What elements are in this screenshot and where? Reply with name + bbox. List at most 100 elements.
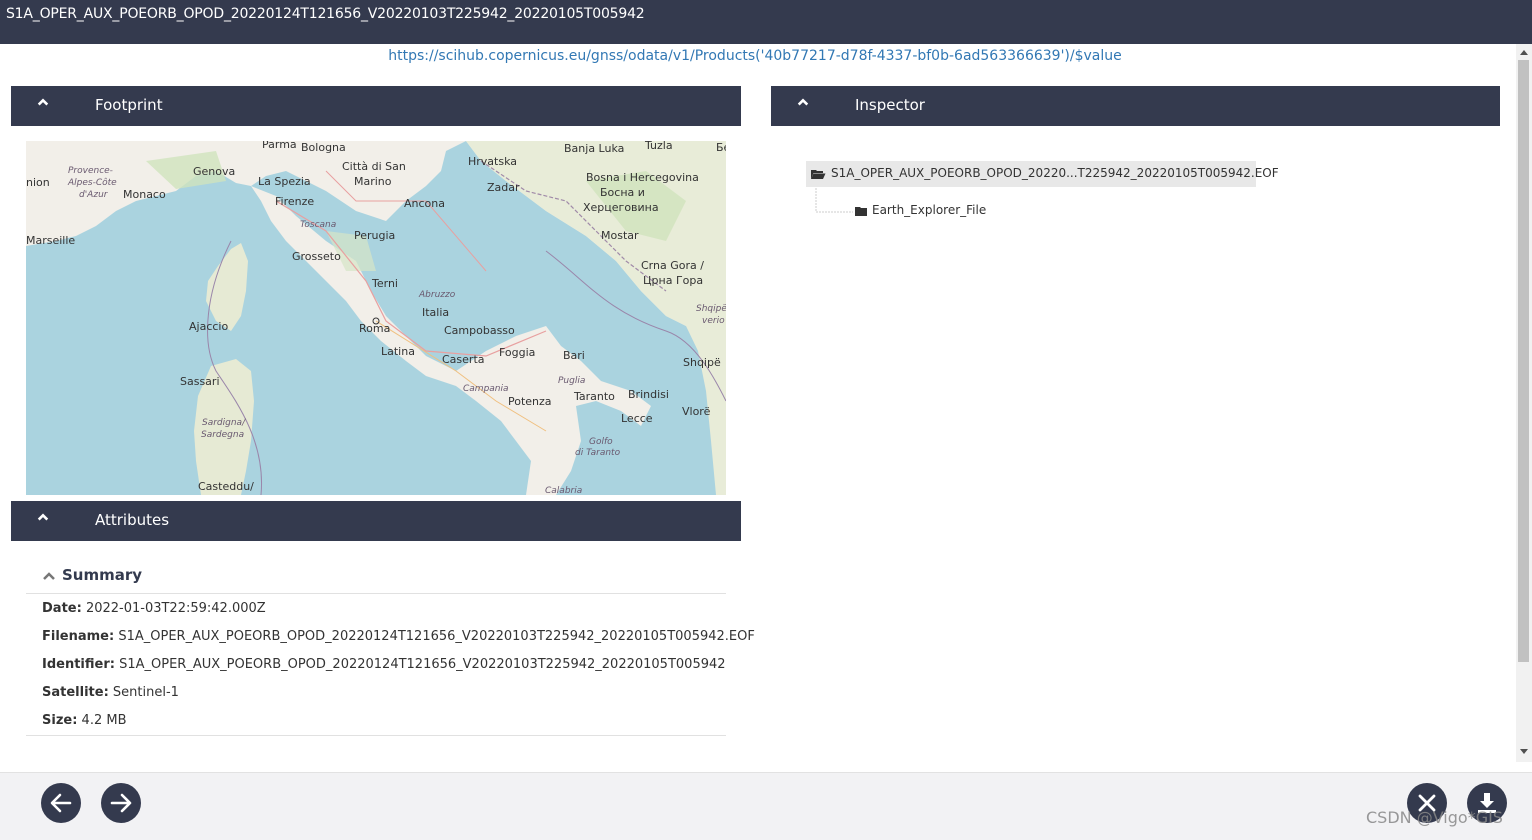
footprint-panel-header[interactable]: Footprint (11, 86, 741, 126)
map-place-label: Campobasso (444, 324, 515, 337)
map-place-label: Foggia (499, 346, 535, 359)
map-place-label: di Taranto (575, 448, 621, 458)
map-place-label: Hrvatska (468, 155, 517, 168)
attributes-title: Attributes (95, 511, 170, 529)
map-place-label: Bosna i Hercegovina (586, 171, 699, 184)
arrow-right-icon (110, 793, 132, 813)
attr-size-value: 4.2 MB (81, 713, 127, 728)
attr-satellite: Satellite: Sentinel-1 (42, 685, 179, 700)
map-place-label: Zadar (487, 181, 520, 194)
summary-section-title[interactable]: Summary (62, 566, 142, 584)
attr-filename-label: Filename: (42, 629, 115, 644)
arrow-left-icon (50, 793, 72, 813)
map-place-label: Grosseto (292, 250, 341, 263)
map-place-label: Campania (463, 384, 509, 394)
map-place-label: Lecce (621, 412, 653, 425)
map-place-label: d'Azur (79, 190, 109, 200)
summary-chevron-up-icon[interactable] (42, 570, 56, 582)
summary-bottom-divider (26, 735, 726, 736)
watermark: CSDN @Vigo*GIS (1366, 808, 1503, 827)
map-place-label: Parma (262, 141, 297, 151)
map-place-label: Sardigna/ (202, 418, 246, 428)
map-place-label: Vlorë (682, 405, 711, 418)
scrollbar-thumb[interactable] (1518, 60, 1529, 662)
map-place-label: Genova (193, 165, 235, 178)
attr-identifier: Identifier: S1A_OPER_AUX_POEORB_OPOD_202… (42, 657, 726, 672)
map-place-label: Monaco (123, 188, 166, 201)
title-bar: S1A_OPER_AUX_POEORB_OPOD_20220124T121656… (0, 0, 1532, 44)
map-place-label: Херцеговина (583, 201, 659, 214)
attr-date-value: 2022-01-03T22:59:42.000Z (85, 601, 266, 616)
scroll-down-arrow-icon[interactable] (1520, 749, 1528, 755)
footer-bar (0, 772, 1532, 840)
chevron-up-icon (37, 513, 49, 521)
map-place-label: Mostar (601, 229, 639, 242)
tree-child-earth-explorer-file[interactable]: Earth_Explorer_File (872, 203, 986, 217)
map-place-label: Provence- (68, 166, 113, 176)
tree-root-label: S1A_OPER_AUX_POEORB_OPOD_20220...T225942… (831, 166, 1279, 180)
attr-identifier-label: Identifier: (42, 657, 115, 672)
map-place-label: Puglia (558, 376, 585, 386)
map-place-label: Roma (359, 322, 390, 335)
map-place-label: Abruzzo (418, 290, 456, 300)
map-place-label: Marino (354, 175, 392, 188)
next-button[interactable] (101, 783, 141, 823)
map-place-label: Bari (563, 349, 585, 362)
map-place-label: Toscana (300, 220, 336, 230)
inspector-tree-root[interactable]: S1A_OPER_AUX_POEORB_OPOD_20220...T225942… (806, 161, 1279, 187)
attr-satellite-label: Satellite: (42, 685, 109, 700)
map-place-label: verio (702, 316, 725, 326)
map-place-label: Ancona (404, 197, 445, 210)
map-place-label: nion (26, 176, 50, 189)
map-place-label: Firenze (275, 195, 314, 208)
inspector-panel-header[interactable]: Inspector (771, 86, 1500, 126)
attr-satellite-value: Sentinel-1 (112, 685, 179, 700)
map-place-label: Brindisi (628, 388, 669, 401)
map-place-label: Shqipë (696, 304, 726, 314)
map-place-label: Calabria (545, 486, 582, 495)
scroll-up-arrow-icon[interactable] (1520, 49, 1528, 55)
download-url-link[interactable]: https://scihub.copernicus.eu/gnss/odata/… (0, 48, 1510, 64)
tree-connector (815, 188, 853, 213)
chevron-up-icon (37, 98, 49, 106)
map-place-label: Sassari (180, 375, 220, 388)
previous-button[interactable] (41, 783, 81, 823)
map-place-label: Caserta (442, 353, 485, 366)
map-place-label: Bologna (301, 141, 346, 154)
map-place-label: Shqipë (683, 356, 721, 369)
window-title: S1A_OPER_AUX_POEORB_OPOD_20220124T121656… (6, 6, 645, 22)
attr-date: Date: 2022-01-03T22:59:42.000Z (42, 601, 266, 616)
map-place-label: Marseille (26, 234, 75, 247)
map-place-label: Golfo (589, 437, 613, 447)
scrollbar[interactable] (1516, 44, 1532, 762)
attr-filename: Filename: S1A_OPER_AUX_POEORB_OPOD_20220… (42, 629, 755, 644)
map-place-label: Città di San (342, 160, 406, 173)
map-place-label: Terni (371, 277, 398, 290)
attr-size: Size: 4.2 MB (42, 713, 127, 728)
map-place-label: Casteddu/ (198, 480, 254, 493)
inspector-title: Inspector (855, 96, 925, 114)
chevron-up-icon (797, 98, 809, 106)
attr-size-label: Size: (42, 713, 78, 728)
attr-filename-value: S1A_OPER_AUX_POEORB_OPOD_20220124T121656… (118, 629, 755, 644)
footprint-map[interactable]: Parma Bologna Città di San Marino Hrvats… (26, 141, 726, 495)
map-place-label: Perugia (354, 229, 395, 242)
map-place-label: Banja Luka (564, 142, 624, 155)
folder-open-icon (811, 170, 826, 179)
attr-identifier-value: S1A_OPER_AUX_POEORB_OPOD_20220124T121656… (119, 657, 726, 672)
summary-divider (26, 593, 726, 594)
map-place-label: Босна и (600, 186, 645, 199)
map-place-label: Taranto (573, 390, 615, 403)
map-place-label: Sardegna (201, 430, 244, 440)
map-place-label: Бе (716, 141, 726, 154)
map-place-label: Ajaccio (189, 320, 228, 333)
folder-icon (855, 207, 867, 216)
map-graphic: Parma Bologna Città di San Marino Hrvats… (26, 141, 726, 495)
map-place-label: Црна Гора (643, 274, 703, 287)
map-place-label: La Spezia (258, 175, 311, 188)
map-place-label: Crna Gora / (641, 259, 704, 272)
footprint-title: Footprint (95, 96, 163, 114)
map-place-label: Italia (422, 306, 449, 319)
attributes-panel-header[interactable]: Attributes (11, 501, 741, 541)
attr-date-label: Date: (42, 601, 82, 616)
